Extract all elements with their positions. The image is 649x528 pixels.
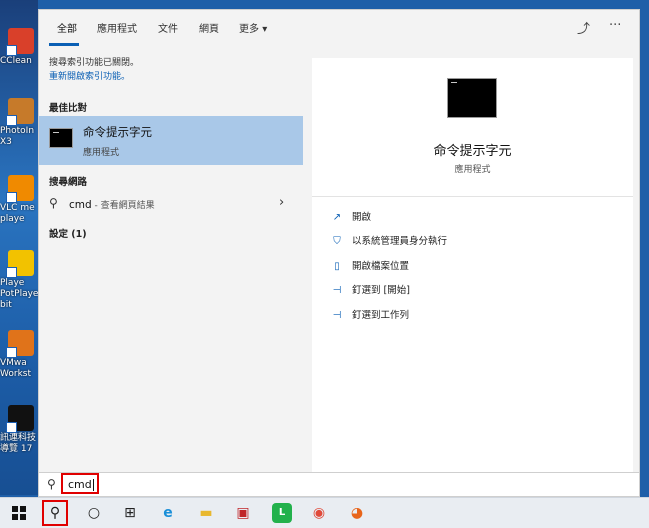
vlc-icon <box>6 175 34 203</box>
best-match-name: 命令提示字元 <box>83 125 152 139</box>
detail-pane: 命令提示字元 應用程式 ↗ 開啟 ⛉ 以系統管理員身分執行 ▯ 開啟檔案位置 ⊣ 釘選到… <box>312 58 633 472</box>
photoimpact-icon <box>6 98 34 126</box>
desktop-icon-vmware[interactable]: VMwa Workst <box>0 330 38 380</box>
desktop-icon-label: 訊連科技 導覽 17 <box>0 433 37 454</box>
folder-icon: ▯ <box>334 261 340 272</box>
search-query: cmd <box>68 478 92 491</box>
indexing-notice: 搜尋索引功能已關閉。 重新開啟索引功能。 <box>49 56 139 84</box>
action-run-as-admin[interactable]: ⛉ 以系統管理員身分執行 <box>330 233 447 247</box>
search-icon: ⚲ <box>47 477 56 491</box>
results-list: 搜尋索引功能已關閉。 重新開啟索引功能。 最佳比對 命令提示字元 應用程式 搜尋… <box>39 50 303 472</box>
chrome-icon[interactable]: ◉ <box>309 503 329 523</box>
ccleaner-icon <box>6 28 34 56</box>
task-view-icon[interactable]: ○ <box>84 503 104 523</box>
action-pin-to-taskbar[interactable]: ⊣ 釘選到工作列 <box>330 307 409 321</box>
web-search-result[interactable]: ⚲ cmd - 查看網頁結果 › <box>39 193 303 215</box>
web-result-text: cmd - 查看網頁結果 <box>69 198 155 211</box>
indexing-message: 搜尋索引功能已關閉。 <box>49 58 140 68</box>
tab-more-label: 更多 <box>239 24 259 35</box>
desktop: CClean PhotoIn X3 VLC me playe Playe Pot… <box>0 0 38 495</box>
start-search-panel: 全部 應用程式 文件 網頁 更多 ▾ ⤴ ··· 搜尋索引功能已關閉。 重新開啟… <box>38 9 640 497</box>
desktop-icon-label: VLC me playe <box>0 203 35 224</box>
tab-more[interactable]: 更多 ▾ <box>239 20 267 35</box>
action-label: 釘選到工作列 <box>352 310 410 321</box>
desktop-icon-potplayer[interactable]: Playe PotPlaye bit <box>0 250 38 311</box>
web-result-suffix: - 查看網頁結果 <box>91 201 155 211</box>
action-label: 開啟 <box>352 212 372 223</box>
tab-all[interactable]: 全部 <box>57 20 77 35</box>
reenable-indexing-link[interactable]: 重新開啟索引功能。 <box>49 70 139 84</box>
open-icon: ↗ <box>332 212 342 223</box>
search-icon: ⚲ <box>49 196 58 210</box>
windows-start-button[interactable] <box>12 506 26 520</box>
command-prompt-large-icon <box>447 78 497 118</box>
chevron-down-icon: ▾ <box>262 24 268 35</box>
desktop-icon-ccleaner[interactable]: CClean <box>0 28 38 67</box>
action-pin-to-start[interactable]: ⊣ 釘選到 [開始] <box>330 282 410 296</box>
app-icon[interactable]: ▣ <box>233 503 253 523</box>
best-match-type: 應用程式 <box>83 148 120 158</box>
tab-web[interactable]: 網頁 <box>199 20 219 35</box>
detail-subtitle: 應用程式 <box>454 165 491 175</box>
taskbar: ⚲ ○ ⊞ e ▬ ▣ L ◉ ◕ <box>0 497 649 528</box>
web-result-query: cmd <box>69 199 92 211</box>
potplayer-icon <box>6 250 34 278</box>
action-label: 以系統管理員身分執行 <box>352 236 448 247</box>
shield-icon: ⛉ <box>333 236 341 247</box>
detail-title: 命令提示字元 <box>433 144 512 159</box>
vmware-icon <box>6 330 34 358</box>
command-prompt-icon <box>49 128 73 148</box>
best-match-item[interactable]: 命令提示字元 應用程式 <box>39 116 303 165</box>
search-tabs: 全部 應用程式 文件 網頁 更多 ▾ ⤴ ··· <box>39 10 639 48</box>
action-open[interactable]: ↗ 開啟 <box>330 209 371 223</box>
search-icon: ⚲ <box>49 505 61 521</box>
search-bar[interactable]: ⚲ cmd <box>39 472 639 496</box>
desktop-icon-cyberlink[interactable]: 訊連科技 導覽 17 <box>0 405 38 455</box>
action-open-file-location[interactable]: ▯ 開啟檔案位置 <box>330 258 409 272</box>
desktop-icon-vlc[interactable]: VLC me playe <box>0 175 38 225</box>
action-label: 開啟檔案位置 <box>352 261 410 272</box>
feedback-icon[interactable]: ⤴ <box>577 18 590 37</box>
action-label: 釘選到 [開始] <box>352 285 410 296</box>
file-explorer-icon[interactable]: ▬ <box>196 503 216 523</box>
more-options-icon[interactable]: ··· <box>609 18 621 33</box>
firefox-icon[interactable]: ◕ <box>347 503 367 523</box>
section-settings[interactable]: 設定 (1) <box>49 226 87 240</box>
section-best-match: 最佳比對 <box>49 103 88 114</box>
edge-icon[interactable]: e <box>158 503 178 523</box>
desktop-icon-label: Playe PotPlaye bit <box>0 278 38 310</box>
pin-icon: ⊣ <box>332 310 342 321</box>
detail-divider <box>312 196 633 197</box>
desktop-icon-photoimpact[interactable]: PhotoIn X3 <box>0 98 38 148</box>
pin-icon: ⊣ <box>332 285 342 296</box>
tab-apps[interactable]: 應用程式 <box>97 20 137 35</box>
chevron-right-icon[interactable]: › <box>279 195 284 210</box>
active-tab-indicator <box>49 43 79 46</box>
line-icon[interactable]: L <box>272 503 292 523</box>
desktop-icon-label: CClean <box>0 56 32 66</box>
desktop-icon-label: VMwa Workst <box>0 358 32 379</box>
timeline-icon[interactable]: ⊞ <box>120 503 140 523</box>
section-web-search: 搜尋網路 <box>49 177 88 188</box>
desktop-icon-label: PhotoIn X3 <box>0 126 35 147</box>
search-input[interactable]: cmd <box>61 473 99 494</box>
tab-documents[interactable]: 文件 <box>158 20 178 35</box>
cyberlink-icon <box>6 405 34 433</box>
text-caret <box>92 479 94 491</box>
taskbar-search-button[interactable]: ⚲ <box>42 500 68 526</box>
